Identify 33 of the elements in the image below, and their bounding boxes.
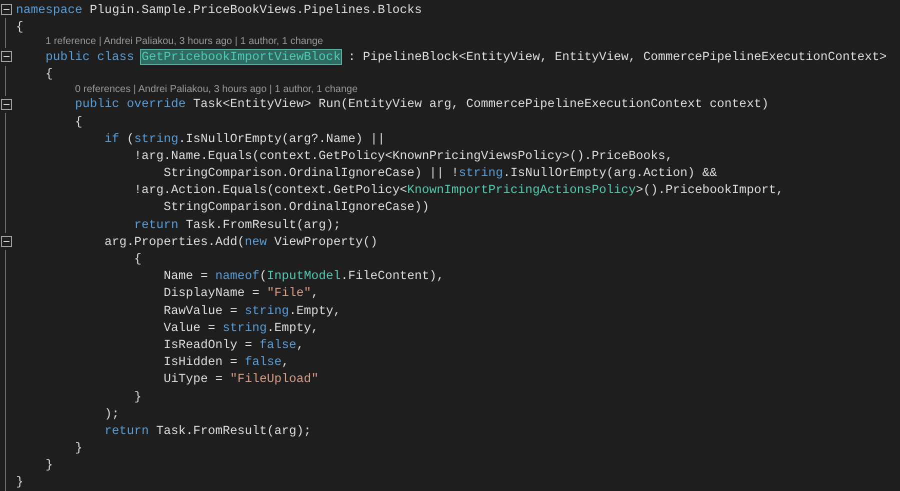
- code-line: {: [44, 66, 53, 82]
- code-line: }: [44, 457, 53, 474]
- code-line: public override Task<EntityView> Run(EntityView arg, CommercePipelineExecutionContext context): [74, 96, 769, 112]
- collapse-icon[interactable]: [1, 236, 12, 248]
- code-line: RawValue = string.Empty,: [162, 302, 341, 319]
- code-line: {: [74, 114, 82, 130]
- collapse-icon[interactable]: [1, 51, 12, 62]
- code-line: }: [16, 474, 24, 490]
- collapse-icon[interactable]: [1, 98, 12, 110]
- code-line: public class GetPricebookImportViewBlock : PipelineBlock<EntityView, EntityView, CommercePipelineExecutionContext>: [44, 48, 887, 65]
- code-line: arg.Properties.Add(new ViewProperty(): [104, 234, 378, 250]
- collapse-icon[interactable]: [1, 4, 12, 16]
- code-line: namespace Plugin.Sample.PriceBookViews.Pipelines.Blocks: [16, 2, 422, 18]
- code-line: StringComparison.OrdinalIgnoreCase) || !string.IsNullOrEmpty(arg.Action) &&: [162, 165, 718, 182]
- code-line: DisplayName = "File",: [162, 285, 319, 302]
- code-line: {: [16, 18, 24, 35]
- code-line: !arg.Action.Equals(context.GetPolicy<KnownImportPricingActionsPolicy>().PricebookImport,: [133, 182, 784, 198]
- code-line: Name = nameof(InputModel.FileContent),: [162, 268, 444, 284]
- code-line: UiType = "FileUpload": [162, 371, 319, 388]
- code-line: );: [104, 406, 120, 422]
- code-line: }: [74, 440, 82, 456]
- code-line: Value = string.Empty,: [162, 320, 319, 336]
- code-line: !arg.Name.Equals(context.GetPolicy<KnownPricingViewsPolicy>().PriceBooks,: [133, 148, 673, 164]
- code-line: if (string.IsNullOrEmpty(arg?.Name) ||: [104, 130, 385, 147]
- code-line: }: [133, 388, 142, 405]
- code-lens[interactable]: 1 reference | Andrei Paliakou, 3 hours ago | 1 author, 1 change: [46, 35, 324, 48]
- code-line: IsHidden = false,: [162, 354, 290, 370]
- code-line: return Task.FromResult(arg);: [104, 422, 312, 439]
- code-line: StringComparison.OrdinalIgnoreCase)): [162, 199, 430, 216]
- code-line: IsReadOnly = false,: [162, 336, 304, 353]
- code-line: return Task.FromResult(arg);: [133, 216, 341, 233]
- code-lens[interactable]: 0 references | Andrei Paliakou, 3 hours ago | 1 author, 1 change: [75, 82, 358, 96]
- code-line: {: [133, 251, 142, 268]
